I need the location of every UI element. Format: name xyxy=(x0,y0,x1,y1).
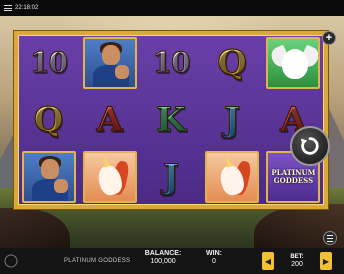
dove-symbol xyxy=(266,37,321,90)
balance-display: BALANCE: 100,000 xyxy=(138,250,188,265)
game-menu-button[interactable] xyxy=(323,231,337,245)
card-symbol: J xyxy=(224,99,241,140)
spin-arrow-icon xyxy=(300,137,319,155)
card-symbol: K xyxy=(156,99,187,140)
reel-cell: A xyxy=(79,92,140,149)
balance-value: 100,000 xyxy=(150,258,176,265)
card-symbol: Q xyxy=(33,99,64,140)
status-bar: 22:18:02 xyxy=(0,0,344,16)
reel-cell: J xyxy=(202,92,263,149)
bet-decrease-button[interactable]: ◀ xyxy=(262,252,274,270)
reel-cell xyxy=(202,148,263,205)
unicorn-symbol xyxy=(82,150,137,203)
bet-increase-button[interactable]: ▶ xyxy=(320,252,332,270)
warrior-symbol xyxy=(21,150,76,203)
unicorn-symbol xyxy=(205,150,260,203)
card-symbol: 10 xyxy=(152,46,191,80)
card-symbol: A xyxy=(96,99,124,140)
plus-icon[interactable]: + xyxy=(322,31,336,45)
reel-cell xyxy=(79,35,140,92)
logo-line2: GODDESS xyxy=(273,175,314,185)
reel-cell: Q xyxy=(18,92,79,149)
win-value: 0 xyxy=(212,258,216,265)
win-display: WIN: 0 xyxy=(200,250,228,265)
bet-control: ◀ BET: 200 ▶ xyxy=(262,251,332,271)
clock-time: 22:18:02 xyxy=(15,5,39,11)
bet-value: 200 xyxy=(291,261,303,268)
balance-label: BALANCE: xyxy=(144,250,182,257)
reel-cell: K xyxy=(140,92,201,149)
card-symbol: Q xyxy=(217,43,248,84)
win-label: WIN: xyxy=(206,250,222,257)
reel-grid: 10 10 Q Q A K J A J PLATINUM GODDESS xyxy=(18,35,324,205)
warrior-symbol xyxy=(82,37,137,90)
reel-cell: Q xyxy=(202,35,263,92)
reel-cell xyxy=(18,148,79,205)
reel-cell: 10 xyxy=(18,35,79,92)
spin-button[interactable] xyxy=(290,126,330,166)
card-symbol: 10 xyxy=(30,46,69,80)
reel-cell xyxy=(79,148,140,205)
reel-frame: 10 10 Q Q A K J A J PLATINUM GODDESS xyxy=(14,31,328,209)
bet-label: BET: xyxy=(290,254,304,260)
hamburger-icon[interactable] xyxy=(4,5,12,11)
chevron-left-icon: ◀ xyxy=(264,256,272,266)
reel-cell: 10 xyxy=(140,35,201,92)
chevron-right-icon: ▶ xyxy=(322,256,330,266)
bottom-bar: PLATINUM GODDESS BALANCE: 100,000 WIN: 0… xyxy=(0,248,344,274)
card-symbol: J xyxy=(162,156,180,197)
reel-cell xyxy=(263,35,324,92)
sound-icon[interactable] xyxy=(4,254,18,268)
game-name: PLATINUM GODDESS xyxy=(64,258,131,264)
reel-cell: J xyxy=(140,148,201,205)
